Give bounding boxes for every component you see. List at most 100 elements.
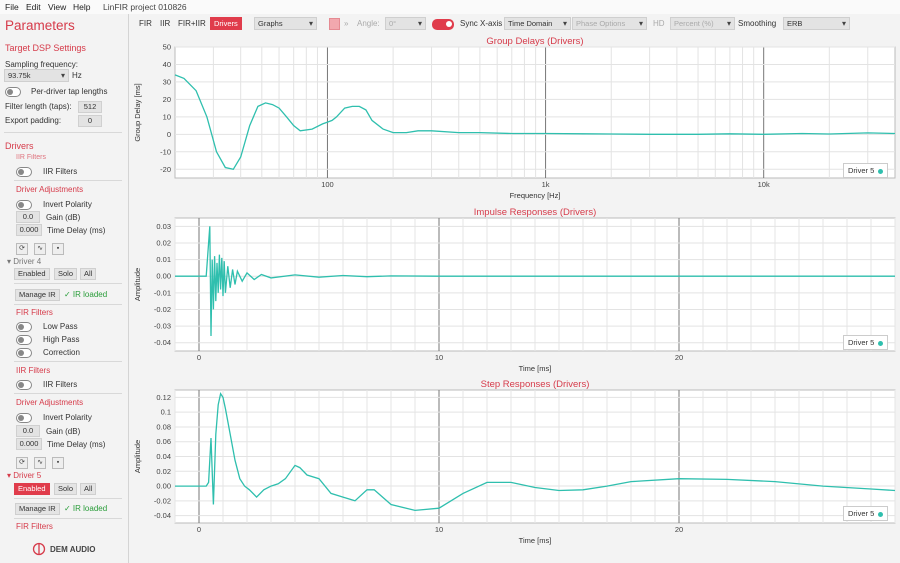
legend-label: Driver 5 [848, 509, 875, 518]
export-padding-label: Export padding: [5, 116, 62, 125]
y-tick-label: 0.08 [156, 422, 171, 431]
sidebar-heading: Parameters [5, 18, 75, 33]
all-button[interactable]: All [80, 268, 97, 280]
menu-view[interactable]: View [48, 2, 66, 12]
export-padding-input[interactable]: 0 [78, 115, 102, 127]
angle-dropdown[interactable]: 0° [385, 17, 426, 30]
filter-length-input[interactable]: 512 [78, 101, 102, 113]
y-tick-label: -0.04 [154, 511, 171, 520]
divider [14, 180, 122, 181]
correction-toggle[interactable] [16, 348, 32, 358]
time-delay-input[interactable]: 0.000 [16, 224, 42, 236]
sync-x-axis-toggle[interactable] [432, 19, 454, 30]
domain-dropdown[interactable]: Time Domain [504, 17, 571, 30]
drivers-heading: Drivers [5, 141, 34, 151]
tab-fir-iir[interactable]: FIR+IIR [178, 19, 206, 28]
low-pass-toggle[interactable] [16, 322, 32, 332]
x-axis-label: Time [ms] [519, 536, 552, 545]
iir-filters-toggle-2[interactable] [16, 380, 32, 390]
menu-bar: File Edit View Help LinFIR project 01082… [0, 0, 900, 14]
y-tick-label: -0.03 [154, 322, 171, 331]
link-icon-2[interactable]: ⟳ [16, 457, 28, 469]
iir-filters-heading: IIR Filters [16, 366, 51, 375]
sampling-unit: Hz [72, 71, 82, 80]
y-tick-label: 0.02 [156, 238, 171, 247]
invert-polarity-label-2: Invert Polarity [43, 413, 92, 422]
waveform-icon[interactable]: ∿ [34, 243, 46, 255]
high-pass-toggle[interactable] [16, 335, 32, 345]
group-delay-chart: -20 -10 0 10 20 30 40 50 100 1k 10k Group Delays (D… [129, 34, 900, 202]
step-response-plot[interactable]: 0.12 0.1 0.08 0.06 0.04 0.02 0.00 -0.02 -0.04 0 10… [129, 374, 900, 547]
sampling-dropdown[interactable]: 93.75k [4, 69, 69, 82]
iir-filters-label: IIR Filters [43, 167, 78, 176]
gain-input-2[interactable]: 0.0 [16, 425, 40, 437]
angle-label: Angle: [357, 19, 380, 28]
hd-label: HD [653, 19, 665, 28]
driver5-header[interactable]: ▾ Driver 5 [7, 471, 41, 480]
correction-label: Correction [43, 348, 80, 357]
gain-input[interactable]: 0.0 [16, 211, 40, 223]
y-axis-label: Group Delay [ms] [133, 83, 142, 141]
invert-polarity-toggle[interactable] [16, 200, 32, 210]
iir-filters-label-2: IIR Filters [43, 380, 78, 389]
legend: Driver 5 [843, 335, 889, 350]
gain-label-2: Gain (dB) [46, 427, 81, 436]
x-tick-label: 20 [675, 525, 683, 534]
tab-iir[interactable]: IIR [160, 19, 170, 28]
legend-label: Driver 5 [848, 338, 875, 347]
high-pass-label: High Pass [43, 335, 80, 344]
manage-ir-button-2[interactable]: Manage IR [15, 503, 60, 515]
manage-ir-button[interactable]: Manage IR [15, 289, 60, 301]
all-button-2[interactable]: All [80, 483, 97, 495]
invert-polarity-toggle-2[interactable] [16, 413, 32, 423]
legend-marker [878, 168, 884, 174]
driver-adjustments-heading-2: Driver Adjustments [16, 398, 84, 407]
window-title: LinFIR project 010826 [103, 2, 187, 12]
y-tick-label: -0.02 [154, 496, 171, 505]
tab-drivers[interactable]: Drivers [210, 17, 242, 30]
y-tick-label: 30 [163, 77, 171, 86]
driver4-header[interactable]: ▾ Driver 4 [7, 257, 41, 266]
legend: Driver 5 [843, 163, 889, 178]
y-tick-label: -0.01 [154, 288, 171, 297]
phase-options-dropdown[interactable]: Phase Options [572, 17, 647, 30]
y-tick-label: 40 [163, 60, 171, 69]
menu-help[interactable]: Help [73, 2, 90, 12]
trash-icon[interactable]: ▪ [52, 243, 64, 255]
waveform-icon-2[interactable]: ∿ [34, 457, 46, 469]
color-swatch[interactable] [329, 18, 340, 30]
divider [14, 283, 122, 284]
x-tick-label: 0 [197, 525, 201, 534]
menu-edit[interactable]: Edit [26, 2, 41, 12]
logo-area: DEM AUDIO [0, 535, 128, 563]
iir-filters-toggle[interactable] [16, 167, 32, 177]
x-tick-label: 1k [542, 180, 550, 189]
driver-adjustments-heading: Driver Adjustments [16, 185, 84, 194]
ir-loaded-status: ✓ IR loaded [64, 290, 108, 299]
smoothing-dropdown[interactable]: ERB [783, 17, 850, 30]
per-driver-toggle[interactable] [5, 87, 21, 97]
percent-dropdown[interactable]: Percent (%) [670, 17, 735, 30]
y-tick-label: 0 [167, 130, 171, 139]
solo-button[interactable]: Solo [54, 268, 78, 280]
solo-button-2[interactable]: Solo [54, 483, 78, 495]
time-delay-label: Time Delay (ms) [47, 226, 106, 235]
x-tick-label: 10 [435, 353, 443, 362]
menu-file[interactable]: File [5, 2, 19, 12]
driver4-label: Driver 4 [13, 257, 42, 266]
y-tick-label: -0.04 [154, 338, 171, 347]
group-delay-plot[interactable]: -20 -10 0 10 20 30 40 50 100 1k 10k Group Delays (D… [129, 34, 900, 202]
enabled-button-2[interactable]: Enabled [14, 483, 50, 495]
time-delay-input-2[interactable]: 0.000 [16, 438, 42, 450]
y-axis-label: Amplitude [133, 440, 142, 473]
y-tick-label: 0.01 [156, 255, 171, 264]
enabled-button[interactable]: Enabled [14, 268, 50, 280]
tab-fir[interactable]: FIR [139, 19, 152, 28]
link-icon[interactable]: ⟳ [16, 243, 28, 255]
impulse-response-plot[interactable]: 0.03 0.02 0.01 0.00 -0.01 -0.02 -0.03 -0.04 0 10 2… [129, 202, 900, 374]
y-tick-label: -20 [160, 165, 171, 174]
y-tick-label: 20 [163, 95, 171, 104]
graphs-dropdown[interactable]: Graphs [254, 17, 317, 30]
gain-label: Gain (dB) [46, 213, 81, 222]
trash-icon-2[interactable]: ▪ [52, 457, 64, 469]
